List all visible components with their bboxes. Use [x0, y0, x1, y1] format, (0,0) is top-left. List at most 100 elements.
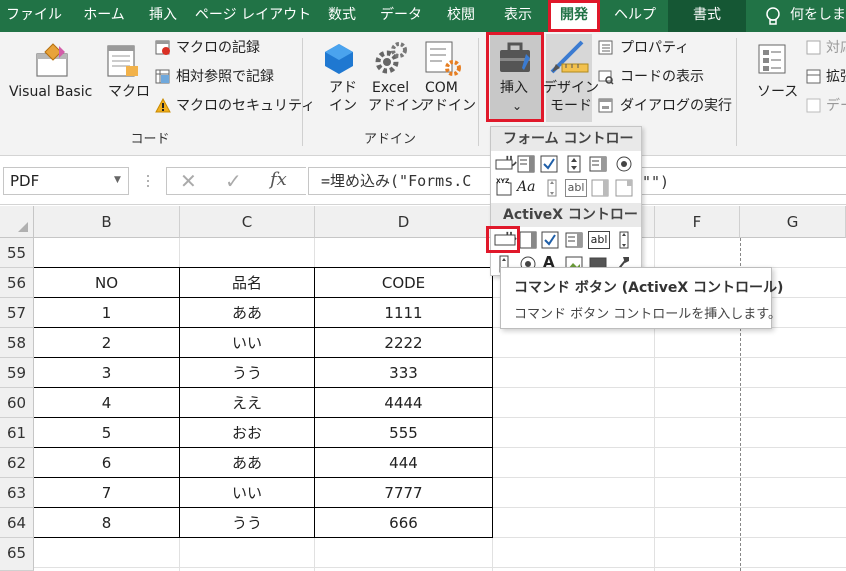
group-separator [302, 38, 303, 146]
table-cell[interactable]: 2 [34, 328, 179, 358]
insert-function-icon[interactable]: fx [270, 169, 287, 190]
form-textfield-icon[interactable]: abl [565, 179, 587, 197]
row-header-61[interactable]: 61 [0, 418, 34, 448]
form-button-icon[interactable] [495, 155, 513, 173]
xml-source-icon[interactable] [756, 42, 790, 76]
row-header-58[interactable]: 58 [0, 328, 34, 358]
relative-reference-button[interactable]: 相対参照で記録 [176, 69, 274, 86]
row-header-59[interactable]: 59 [0, 358, 34, 388]
activex-combobox-icon[interactable] [519, 231, 537, 249]
form-groupbox-icon[interactable]: XYZ [495, 178, 513, 197]
tab-file[interactable]: ファイル [0, 0, 68, 32]
tab-help[interactable]: ヘルプ [606, 0, 664, 32]
gridline [34, 567, 846, 568]
table-cell[interactable]: 2222 [315, 328, 492, 358]
table-cell[interactable]: 333 [315, 358, 492, 388]
table-header-name[interactable]: 品名 [180, 268, 314, 298]
row-header-57[interactable]: 57 [0, 298, 34, 328]
visual-basic-icon[interactable] [33, 40, 73, 80]
table-cell[interactable]: 1111 [315, 298, 492, 328]
table-header-code[interactable]: CODE [315, 268, 492, 298]
activex-scrollbar-icon[interactable] [615, 231, 633, 249]
xml-expand-button[interactable]: 拡張 [826, 69, 846, 86]
table-cell[interactable]: 8 [34, 508, 179, 538]
cancel-icon[interactable]: ✕ [180, 169, 197, 193]
form-combo-dropdown-icon[interactable] [615, 179, 633, 197]
form-option-button-icon[interactable] [615, 155, 633, 173]
row-header-63[interactable]: 63 [0, 478, 34, 508]
activex-textbox-icon[interactable]: abl [588, 231, 610, 249]
table-cell[interactable]: うう [180, 358, 314, 388]
table-cell[interactable]: 6 [34, 448, 179, 478]
table-cell[interactable]: 1 [34, 298, 179, 328]
enter-check-icon[interactable]: ✓ [225, 169, 242, 193]
row-header-65[interactable]: 65 [0, 538, 34, 571]
tell-me-search[interactable]: 何をしま [790, 0, 846, 32]
row-header-56[interactable]: 56 [0, 268, 34, 298]
table-cell[interactable]: いい [180, 478, 314, 508]
formula-bar: PDF ▼ ✕ ✓ fx =埋め込み("Forms.C "") [0, 157, 846, 205]
tab-data[interactable]: データ [372, 0, 430, 32]
column-header-f[interactable]: F [655, 206, 740, 238]
tab-view[interactable]: 表示 [492, 0, 544, 32]
tab-developer[interactable]: 開発 [548, 0, 600, 32]
tab-format[interactable]: 書式 [668, 0, 746, 32]
macro-icon[interactable] [104, 42, 142, 80]
table-cell[interactable]: 4444 [315, 388, 492, 418]
excel-addins-gear-icon[interactable] [373, 40, 409, 76]
xml-data-button[interactable]: デー [826, 98, 846, 115]
row-header-55[interactable]: 55 [0, 238, 34, 268]
addins-icon[interactable] [322, 42, 356, 76]
form-checkbox-icon[interactable] [540, 155, 558, 173]
table-cell[interactable]: 444 [315, 448, 492, 478]
table-cell[interactable]: 555 [315, 418, 492, 448]
xml-source-button[interactable]: ソース [757, 84, 798, 101]
row-header-60[interactable]: 60 [0, 388, 34, 418]
table-cell[interactable]: ああ [180, 448, 314, 478]
column-header-g[interactable]: G [740, 206, 846, 238]
tab-page-layout[interactable]: ページ レイアウト [192, 0, 314, 32]
properties-button[interactable]: プロパティ [620, 40, 689, 57]
table-header-no[interactable]: NO [34, 268, 179, 298]
row-header-62[interactable]: 62 [0, 448, 34, 478]
form-scrollbar-icon[interactable] [543, 179, 561, 197]
tab-formulas[interactable]: 数式 [318, 0, 366, 32]
tab-review[interactable]: 校閲 [434, 0, 488, 32]
table-cell[interactable]: 7777 [315, 478, 492, 508]
run-dialog-button[interactable]: ダイアログの実行 [620, 98, 732, 115]
table-cell[interactable]: 4 [34, 388, 179, 418]
view-code-button[interactable]: コードの表示 [620, 69, 704, 86]
macro-button[interactable]: マクロ [108, 84, 150, 101]
column-header-d[interactable]: D [315, 206, 493, 238]
visual-basic-button[interactable]: Visual Basic [9, 84, 92, 101]
table-cell[interactable]: 7 [34, 478, 179, 508]
macro-security-button[interactable]: マクロのセキュリティ [176, 98, 315, 115]
form-spinner-icon[interactable] [565, 155, 583, 173]
column-header-c[interactable]: C [180, 206, 315, 238]
table-cell[interactable]: いい [180, 328, 314, 358]
table-cell[interactable]: うう [180, 508, 314, 538]
activex-listbox-icon[interactable] [565, 231, 583, 249]
activex-checkbox-icon[interactable] [541, 231, 559, 249]
xml-map-button[interactable]: 対応 [826, 40, 846, 57]
com-addins-icon[interactable] [424, 40, 462, 78]
table-cell[interactable]: ああ [180, 298, 314, 328]
table-cell[interactable]: ええ [180, 388, 314, 418]
table-cell[interactable]: 3 [34, 358, 179, 388]
select-all-corner[interactable] [0, 206, 34, 238]
table-cell[interactable]: おお [180, 418, 314, 448]
tab-insert[interactable]: 挿入 [138, 0, 188, 32]
tooltip-body: コマンド ボタン コントロールを挿入します。 [514, 307, 781, 322]
form-combo-list-icon[interactable] [591, 179, 609, 197]
tab-home[interactable]: ホーム [72, 0, 136, 32]
table-cell[interactable]: 666 [315, 508, 492, 538]
row-header-64[interactable]: 64 [0, 508, 34, 538]
name-box-dropdown-icon[interactable]: ▼ [114, 175, 121, 185]
column-header-b[interactable]: B [34, 206, 180, 238]
name-box[interactable]: PDF [3, 167, 129, 195]
form-combobox-icon[interactable] [517, 155, 535, 173]
form-listbox-icon[interactable] [589, 155, 607, 173]
form-label-icon[interactable]: Aa [517, 179, 539, 197]
record-macro-button[interactable]: マクロの記録 [176, 40, 260, 57]
table-cell[interactable]: 5 [34, 418, 179, 448]
